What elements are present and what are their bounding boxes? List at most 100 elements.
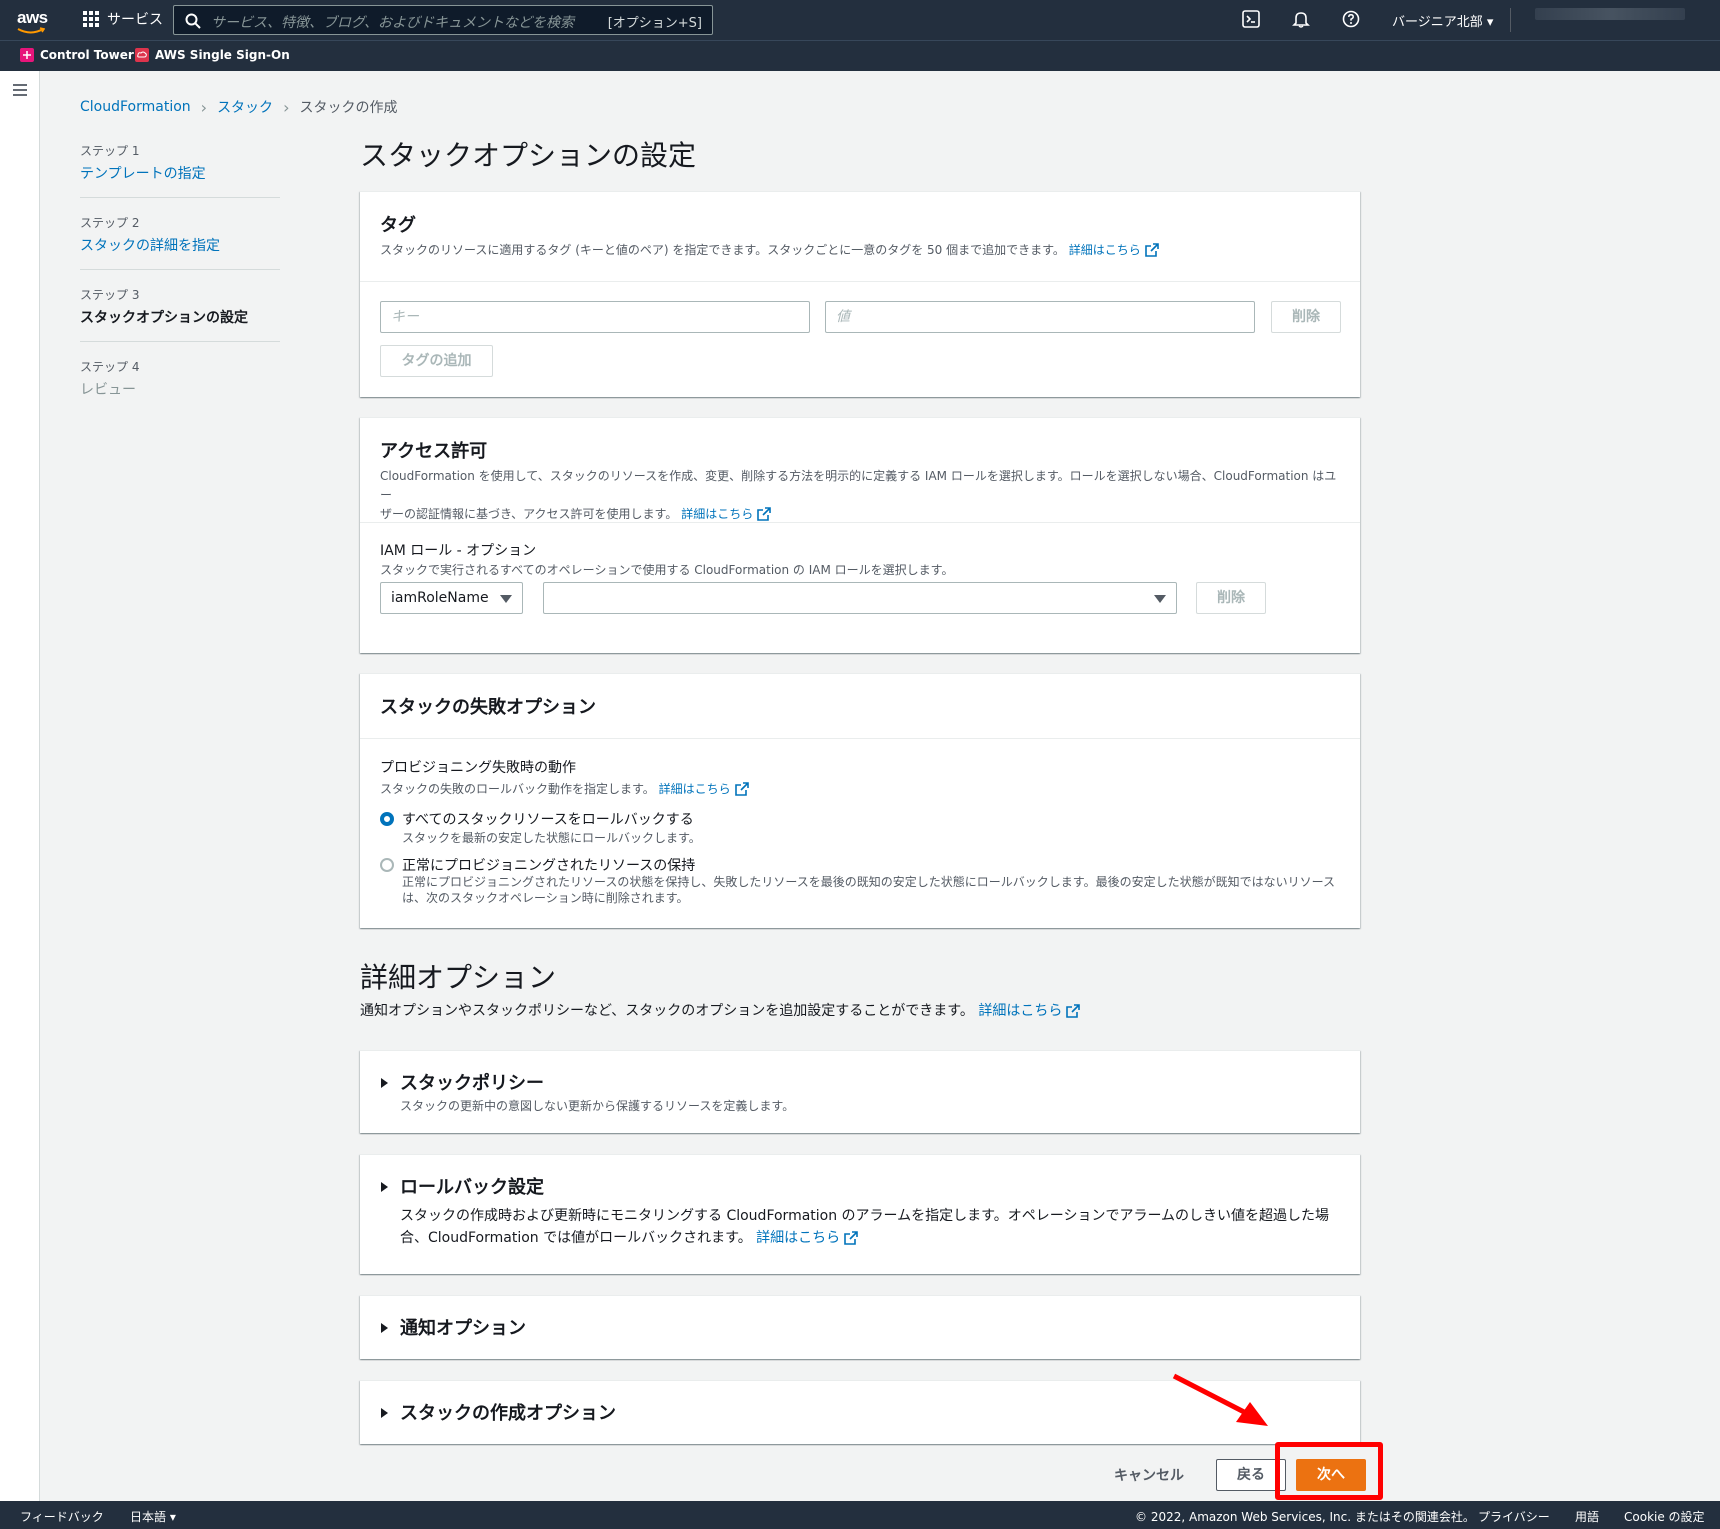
- account-menu[interactable]: [1535, 8, 1685, 20]
- tags-panel: タグ スタックのリソースに適用するタグ (キーと値のペア) を指定できます。スタ…: [360, 191, 1360, 397]
- advanced-options-title: 詳細オプション: [360, 961, 557, 994]
- tags-desc: スタックのリソースに適用するタグ (キーと値のペア) を指定できます。スタックご…: [380, 241, 1340, 260]
- permissions-learn-more-link[interactable]: 詳細はこちら: [681, 507, 772, 521]
- tags-title: タグ: [380, 215, 416, 236]
- tag-remove-button[interactable]: 削除: [1271, 301, 1341, 333]
- language-selector[interactable]: 日本語 ▾: [130, 1508, 176, 1525]
- failure-desc: スタックの失敗のロールバック動作を指定します。 詳細はこちら: [380, 780, 749, 797]
- step-review: レビュー: [80, 382, 136, 398]
- permissions-title: アクセス許可: [380, 441, 488, 462]
- privacy-link[interactable]: プライバシー: [1478, 1508, 1550, 1525]
- preserve-resources-label[interactable]: 正常にプロビジョニングされたリソースの保持: [402, 855, 695, 875]
- caret-down-icon: [500, 595, 512, 603]
- stack-policy-section[interactable]: スタックポリシー スタックの更新中の意図しない更新から保護するリソースを定義しま…: [360, 1050, 1360, 1133]
- page-title: スタックオプションの設定: [360, 139, 697, 172]
- caret-right-icon: [381, 1078, 388, 1088]
- chevron-right-icon: ›: [283, 97, 290, 117]
- rollback-all-label[interactable]: すべてのスタックリソースをロールバックする: [402, 809, 694, 829]
- nav-divider: [1510, 8, 1511, 32]
- cookie-settings-link[interactable]: Cookie の設定: [1624, 1508, 1705, 1525]
- rollback-config-title: ロールバック設定: [400, 1177, 544, 1198]
- rollback-all-desc: スタックを最新の安定した状態にロールバックします。: [402, 831, 701, 845]
- external-link-icon: [1144, 243, 1159, 257]
- cancel-button[interactable]: キャンセル: [1114, 1465, 1184, 1485]
- favorite-label: AWS Single Sign-On: [155, 48, 290, 62]
- preserve-resources-desc: 正常にプロビジョニングされたリソースの状態を保持し、失敗したリソースを最後の既知…: [402, 875, 1336, 905]
- iam-role-label: IAM ロール - オプション: [380, 543, 537, 559]
- highlight-box: [1275, 1442, 1383, 1500]
- iam-role-desc: スタックで実行されるすべてのオペレーションで使用する CloudFormatio…: [380, 563, 954, 577]
- iam-role-remove-button[interactable]: 削除: [1196, 582, 1266, 614]
- permissions-panel: アクセス許可 CloudFormation を使用して、スタックのリソースを作成…: [360, 417, 1360, 653]
- aws-smile-icon: [17, 27, 45, 34]
- caret-right-icon: [381, 1182, 388, 1192]
- bell-icon[interactable]: [1292, 10, 1310, 28]
- preserve-resources-radio[interactable]: [380, 858, 394, 872]
- chevron-right-icon: ›: [200, 97, 208, 117]
- advanced-learn-more-link[interactable]: 詳細はこちら: [978, 1003, 1081, 1019]
- breadcrumb: CloudFormation › スタック › スタックの作成: [80, 97, 397, 117]
- wizard-step-2: ステップ 2 スタックの詳細を指定: [80, 214, 280, 270]
- wizard-step-1: ステップ 1 テンプレートの指定: [80, 142, 280, 198]
- aws-logo[interactable]: aws: [17, 8, 48, 34]
- failure-learn-more-link[interactable]: 詳細はこちら: [659, 782, 749, 796]
- failure-title: スタックの失敗オプション: [380, 697, 596, 718]
- search-shortcut: [オプション+S]: [607, 16, 702, 31]
- favorite-label: Control Tower: [40, 48, 134, 62]
- services-menu[interactable]: サービス: [83, 9, 163, 29]
- add-tag-button[interactable]: タグの追加: [380, 345, 493, 377]
- external-link-icon: [1066, 1004, 1081, 1018]
- favorite-control-tower[interactable]: Control Tower: [20, 48, 134, 62]
- region-selector[interactable]: バージニア北部 ▾: [1392, 11, 1493, 30]
- step-link-details[interactable]: スタックの詳細を指定: [80, 238, 220, 254]
- sso-icon: [135, 48, 149, 62]
- grid-icon: [83, 11, 99, 27]
- wizard-step-3: ステップ 3 スタックオプションの設定: [80, 286, 280, 342]
- caret-right-icon: [381, 1408, 388, 1418]
- notification-options-section[interactable]: 通知オプション: [360, 1295, 1360, 1359]
- permissions-desc: CloudFormation を使用して、スタックのリソースを作成、変更、削除す…: [380, 469, 1337, 521]
- control-tower-icon: [20, 48, 34, 62]
- favorites-bar: Control Tower AWS Single Sign-On: [0, 40, 1720, 71]
- tags-learn-more-link[interactable]: 詳細はこちら: [1069, 243, 1159, 257]
- services-label: サービス: [107, 12, 163, 28]
- step-number: ステップ 2: [80, 216, 140, 230]
- terms-link[interactable]: 用語: [1575, 1508, 1599, 1525]
- search-placeholder: サービス、特徴、ブログ、およびドキュメントなどを検索: [211, 15, 575, 31]
- tag-value-input[interactable]: 値: [825, 301, 1255, 333]
- feedback-link[interactable]: フィードバック: [20, 1508, 104, 1525]
- copyright-text: © 2022, Amazon Web Services, Inc. またはその関…: [1135, 1510, 1475, 1524]
- failure-options-panel: スタックの失敗オプション プロビジョニング失敗時の動作 スタックの失敗のロールバ…: [360, 673, 1360, 928]
- wizard-steps: ステップ 1 テンプレートの指定 ステップ 2 スタックの詳細を指定 ステップ …: [80, 142, 280, 429]
- annotation-arrow-icon: [1172, 1373, 1268, 1426]
- advanced-options-desc: 通知オプションやスタックポリシーなど、スタックのオプションを追加設定することがで…: [360, 1000, 1081, 1020]
- rollback-all-radio[interactable]: [380, 812, 394, 826]
- stack-creation-options-title: スタックの作成オプション: [400, 1403, 616, 1424]
- notification-options-title: 通知オプション: [400, 1318, 526, 1339]
- iam-role-select[interactable]: [543, 582, 1177, 614]
- cloudshell-icon[interactable]: [1242, 10, 1260, 28]
- step-link-template[interactable]: テンプレートの指定: [80, 166, 206, 182]
- external-link-icon: [757, 507, 772, 521]
- search-icon: [185, 13, 201, 29]
- caret-right-icon: [381, 1323, 388, 1333]
- stack-policy-desc: スタックの更新中の意図しない更新から保護するリソースを定義します。: [400, 1099, 795, 1113]
- breadcrumb-stacks[interactable]: スタック: [217, 97, 273, 117]
- breadcrumb-cloudformation[interactable]: CloudFormation: [80, 99, 191, 115]
- wizard-step-4: ステップ 4 レビュー: [80, 358, 280, 413]
- rollback-learn-more-link[interactable]: 詳細はこちら: [756, 1230, 858, 1246]
- failure-label: プロビジョニング失敗時の動作: [380, 760, 576, 776]
- caret-down-icon: [1154, 595, 1166, 603]
- help-icon[interactable]: [1342, 10, 1360, 28]
- search-input[interactable]: サービス、特徴、ブログ、およびドキュメントなどを検索 [オプション+S]: [173, 5, 713, 35]
- tag-key-input[interactable]: キー: [380, 301, 810, 333]
- menu-icon[interactable]: [13, 84, 27, 96]
- rollback-config-section[interactable]: ロールバック設定 スタックの作成時および更新時にモニタリングする CloudFo…: [360, 1154, 1360, 1274]
- external-link-icon: [734, 782, 749, 796]
- side-navigation: [0, 71, 40, 1501]
- iam-role-type-select[interactable]: iamRoleName: [380, 582, 523, 614]
- step-number: ステップ 3: [80, 288, 140, 302]
- top-navigation: aws サービス サービス、特徴、ブログ、およびドキュメントなどを検索 [オプシ…: [0, 0, 1720, 40]
- favorite-sso[interactable]: AWS Single Sign-On: [135, 48, 290, 62]
- rollback-config-desc: スタックの作成時および更新時にモニタリングする CloudFormation の…: [400, 1208, 1330, 1246]
